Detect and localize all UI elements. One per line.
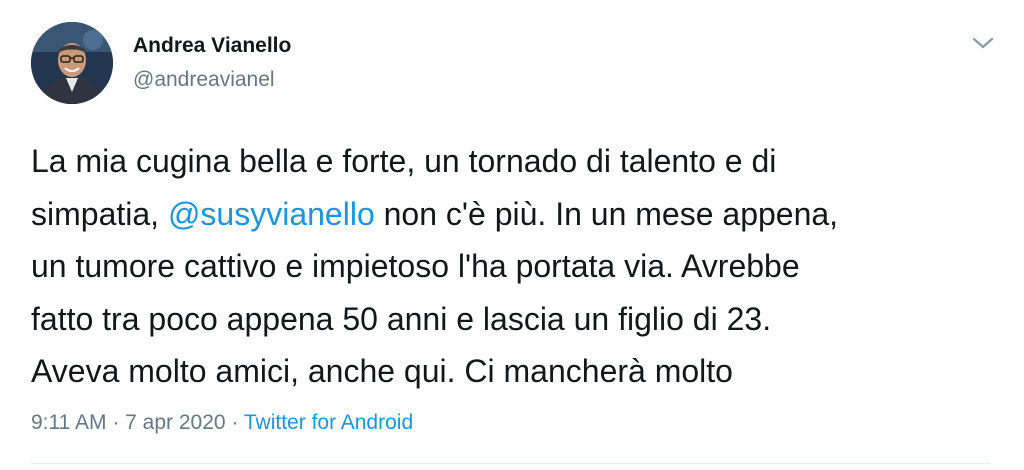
author-handle[interactable]: @andreavianel bbox=[133, 68, 275, 92]
tweet-date[interactable]: 7 apr 2020 bbox=[125, 411, 225, 434]
tweet-source-link[interactable]: Twitter for Android bbox=[244, 411, 413, 434]
tweet-meta: 9:11 AM · 7 apr 2020 · Twitter for Andro… bbox=[31, 411, 413, 435]
avatar-image bbox=[31, 22, 113, 104]
tweet-line: simpatia, @susyvianello non c'è più. In … bbox=[31, 188, 991, 241]
tweet-card: Andrea Vianello @andreavianel La mia cug… bbox=[0, 0, 1024, 470]
meta-separator: · bbox=[106, 411, 126, 434]
avatar[interactable] bbox=[31, 22, 113, 104]
tweet-text-segment: simpatia, bbox=[31, 195, 168, 232]
meta-separator: · bbox=[225, 411, 244, 434]
author-name[interactable]: Andrea Vianello bbox=[133, 34, 291, 58]
chevron-down-icon bbox=[972, 37, 994, 49]
tweet-line: Aveva molto amici, anche qui. Ci mancher… bbox=[31, 353, 733, 389]
tweet-line: fatto tra poco appena 50 anni e lascia u… bbox=[31, 300, 772, 337]
tweet-text: La mia cugina bella e forte, un tornado … bbox=[31, 135, 991, 398]
mention-link[interactable]: @susyvianello bbox=[168, 196, 375, 232]
tweet-time[interactable]: 9:11 AM bbox=[31, 411, 107, 434]
tweet-line: un tumore cattivo e impietoso l'ha porta… bbox=[31, 248, 800, 284]
tweet-text-segment: non c'è più. In un mese appena, bbox=[374, 195, 839, 232]
tweet-line: La mia cugina bella e forte, un tornado … bbox=[31, 143, 777, 179]
divider bbox=[31, 463, 991, 464]
tweet-menu-button[interactable] bbox=[968, 30, 998, 56]
